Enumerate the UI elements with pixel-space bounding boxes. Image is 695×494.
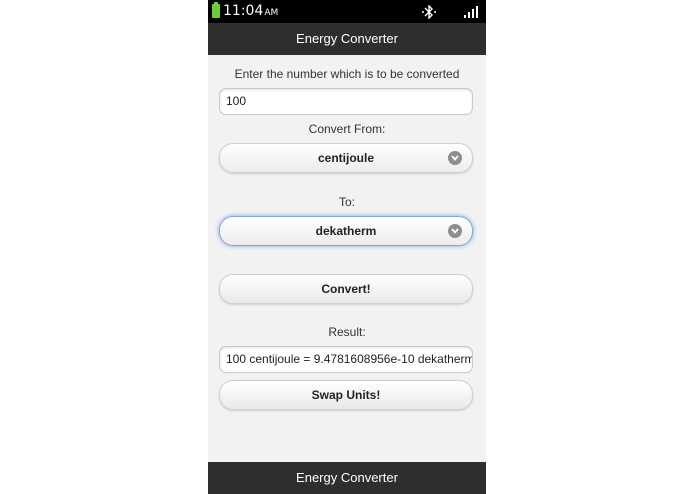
- convert-from-label: Convert From:: [308, 122, 386, 136]
- signal-icon: [464, 6, 478, 18]
- from-unit-value: centijoule: [317, 151, 374, 165]
- bluetooth-icon: [422, 5, 436, 19]
- status-bar: 11:04AM: [208, 0, 486, 23]
- result-field[interactable]: 100 centijoule = 9.4781608956e-10 dekath…: [219, 346, 473, 373]
- battery-icon: [212, 2, 220, 18]
- to-unit-select[interactable]: dekatherm: [219, 216, 473, 246]
- number-input[interactable]: 100: [219, 88, 473, 115]
- clock-time: 11:04: [223, 3, 264, 19]
- swap-units-button[interactable]: Swap Units!: [219, 380, 473, 410]
- convert-button[interactable]: Convert!: [219, 274, 473, 304]
- chevron-down-icon: [448, 151, 462, 165]
- app-title-bar: Energy Converter: [208, 23, 486, 55]
- from-unit-select[interactable]: centijoule: [219, 143, 473, 173]
- clock-ampm: AM: [264, 8, 279, 18]
- footer-bar: Energy Converter: [208, 462, 486, 494]
- status-clock: 11:04AM: [223, 3, 278, 22]
- input-label: Enter the number which is to be converte…: [234, 67, 460, 81]
- result-label: Result:: [328, 325, 366, 339]
- to-unit-value: dekatherm: [315, 224, 377, 238]
- to-label: To:: [338, 195, 355, 209]
- phone-screen: 11:04AM Energy Converter Enter the numbe…: [208, 0, 486, 494]
- chevron-down-icon: [448, 224, 462, 238]
